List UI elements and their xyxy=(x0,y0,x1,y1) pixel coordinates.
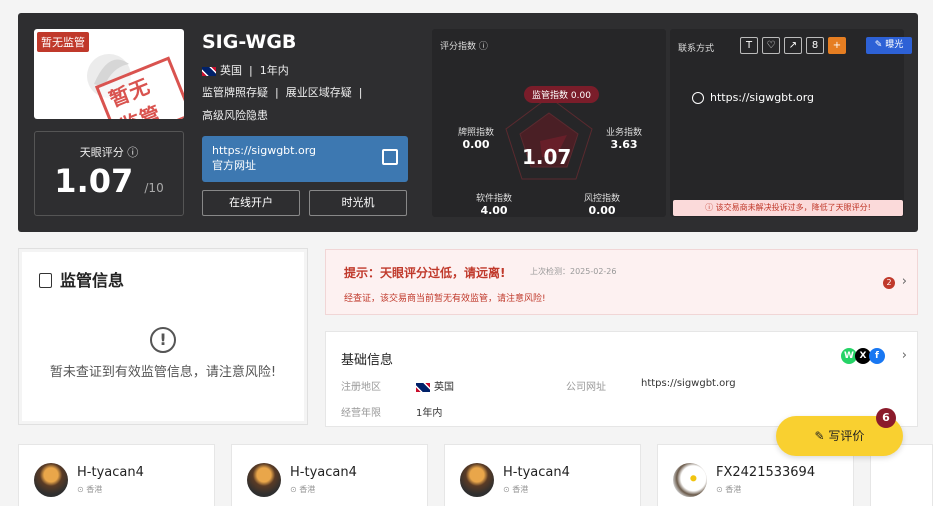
google-icon[interactable]: 8 xyxy=(806,37,824,54)
avatar xyxy=(34,463,68,497)
company-site-label: 公司网址 xyxy=(566,382,606,393)
basic-info-card: 基础信息 W X f › 注册地区 英国 公司网址 https://sigwgb… xyxy=(325,331,918,427)
broker-years: 1年内 xyxy=(259,64,289,77)
review-card[interactable]: H-tyacan4 ⊙ 香港 xyxy=(231,444,428,506)
regulation-card: 监管信息 ! 暂未查证到有效监管信息，请注意风险! xyxy=(18,248,308,425)
official-site-button[interactable]: https://sigwgbt.org 官方网址 xyxy=(202,136,408,182)
score-value: 1.07 xyxy=(54,162,134,200)
add-icon[interactable]: + xyxy=(828,37,846,54)
contact-title: 联系方式 xyxy=(678,44,715,54)
chevron-right-icon[interactable]: › xyxy=(902,274,907,289)
software-index: 软件指数 4.00 xyxy=(476,194,513,217)
alert-icon: ! xyxy=(150,327,176,353)
broker-header: 暂无监管 暂无监管 天眼评分 ⓘ 1.07 /10 SIG-WGB 英国 | 1… xyxy=(18,13,918,232)
contact-url: https://sigwgbt.org xyxy=(710,91,815,104)
notice-message: 经查证，该交易商当前暂无有效监管，请注意风险! xyxy=(344,294,546,304)
notice-title: 提示：天眼评分过低，请远离! xyxy=(344,266,506,280)
external-link-icon xyxy=(382,149,398,165)
info-icon[interactable]: ⓘ xyxy=(127,146,138,159)
text-icon[interactable]: T xyxy=(740,37,758,54)
expose-button[interactable]: ✎ 曝光 xyxy=(866,37,912,54)
review-count-badge: 6 xyxy=(876,408,896,428)
reviewer-location: ⊙ 香港 xyxy=(503,485,529,494)
risk-tag: 监管牌照存疑 xyxy=(202,86,268,99)
risk-index: 风控指数 0.00 xyxy=(584,194,621,217)
share-icon[interactable]: ↗ xyxy=(784,37,802,54)
years-value: 1年内 xyxy=(416,408,443,419)
reviewer-name: H-tyacan4 xyxy=(77,465,144,480)
years-label: 经营年限 xyxy=(341,408,381,419)
avatar xyxy=(673,463,707,497)
basic-info-title: 基础信息 xyxy=(341,353,394,368)
site-url: https://sigwgbt.org xyxy=(212,144,317,157)
reviewer-location: ⊙ 香港 xyxy=(716,485,742,494)
regulation-message: 暂未查证到有效监管信息，请注意风险! xyxy=(49,365,277,380)
business-index: 业务指数 3.63 xyxy=(606,128,643,151)
tianyan-score-box: 天眼评分 ⓘ 1.07 /10 xyxy=(34,131,184,216)
heart-icon[interactable]: ♡ xyxy=(762,37,780,54)
reviewer-name: H-tyacan4 xyxy=(503,465,570,480)
globe-icon xyxy=(692,92,704,104)
regulation-title: 监管信息 xyxy=(60,271,125,290)
broker-meta: 英国 | 1年内 xyxy=(202,62,289,78)
risk-tags: 监管牌照存疑 | 展业区域存疑 | xyxy=(202,86,363,99)
review-card[interactable]: H-tyacan4 ⊙ 香港 xyxy=(18,444,215,506)
uk-flag-icon xyxy=(416,382,430,392)
broker-logo: 暂无监管 暂无监管 xyxy=(34,29,184,119)
score-label: 天眼评分 xyxy=(79,146,124,159)
company-site-value[interactable]: https://sigwgbt.org xyxy=(641,378,736,389)
risk-notice[interactable]: 提示：天眼评分过低，请远离! 上次检测：2025-02-26 经查证，该交易商当… xyxy=(325,249,918,315)
license-index: 牌照指数 0.00 xyxy=(458,128,495,151)
avatar xyxy=(460,463,494,497)
reviewer-name: FX2421533694 xyxy=(716,465,816,480)
radar-chart xyxy=(505,96,593,180)
broker-name: SIG-WGB xyxy=(202,31,297,53)
uk-flag-icon xyxy=(202,66,216,76)
risk-tag: 高级风险隐患 xyxy=(202,109,268,122)
region-label: 注册地区 xyxy=(341,382,381,393)
site-label: 官方网址 xyxy=(212,159,256,172)
regulation-index-label: 监管指数 xyxy=(532,91,569,101)
regulation-index-badge: 监管指数 0.00 xyxy=(524,86,599,103)
write-review-label: 写评价 xyxy=(828,429,865,443)
contact-panel: 联系方式 T ♡ ↗ 8 + ✎ 曝光 https://sigwgbt.org xyxy=(670,29,912,217)
score-max: /10 xyxy=(144,181,164,195)
facebook-icon[interactable]: f xyxy=(869,348,885,364)
avatar xyxy=(247,463,281,497)
score-radar: 评分指数 ⓘ 监管指数 0.00 1.07 牌照指数 0.00 业务指数 3.63 … xyxy=(432,29,666,217)
complaint-warning-text: 该交易商未解决投诉过多，降低了天眼评分! xyxy=(715,203,871,212)
chevron-right-icon[interactable]: › xyxy=(902,348,907,363)
contact-website[interactable]: https://sigwgbt.org xyxy=(692,91,814,104)
radar-center-score: 1.07 xyxy=(522,145,572,169)
region-value: 英国 xyxy=(416,378,454,393)
notice-count-badge: 2 xyxy=(883,277,895,289)
regulation-index-value: 0.00 xyxy=(570,91,591,101)
risk-tag: 展业区域存疑 xyxy=(285,86,352,99)
time-machine-button[interactable]: 时光机 xyxy=(309,190,407,216)
expose-label: 曝光 xyxy=(885,40,904,50)
reviewer-location: ⊙ 香港 xyxy=(290,485,316,494)
broker-country: 英国 xyxy=(220,64,242,77)
reviewer-name: H-tyacan4 xyxy=(290,465,357,480)
document-icon xyxy=(39,273,52,288)
open-account-button[interactable]: 在线开户 xyxy=(202,190,300,216)
review-card[interactable]: H-tyacan4 ⊙ 香港 xyxy=(444,444,641,506)
complaint-warning: ⓘ 该交易商未解决投诉过多，降低了天眼评分! xyxy=(673,200,903,216)
last-check-date: 上次检测：2025-02-26 xyxy=(530,267,617,276)
reviewer-location: ⊙ 香港 xyxy=(77,485,103,494)
